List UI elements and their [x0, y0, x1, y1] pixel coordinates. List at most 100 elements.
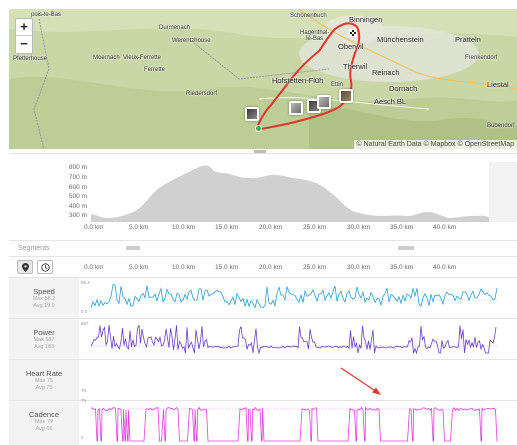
elevation-x-tick: 30.0 km [347, 224, 371, 231]
cadence-stream-chart[interactable] [79, 401, 517, 445]
elevation-y-tick: 700 m [68, 174, 87, 181]
heart-rate-stream-chart[interactable] [79, 360, 517, 400]
stream-x-tick: 40.0 km [433, 264, 457, 271]
route-map[interactable]: + − pois-le-Bas Durmenach Schönenbuch Bi… [9, 9, 517, 149]
stream-row-speed[interactable]: Speed Max 58.2 Avg 19.9 58.2 0.0 [9, 277, 517, 318]
elevation-x-tick: 15.0 km [215, 224, 239, 231]
stream-label-speed: Speed Max 58.2 Avg 19.9 [9, 278, 79, 318]
stream-max: Max 79 [34, 419, 54, 425]
power-line [90, 324, 497, 355]
place-label: Durmenach [159, 25, 191, 31]
elevation-panel: 800 m 700 m 600 m 500 m 400 m 300 m 0.0 … [9, 153, 517, 239]
elevation-x-tick: 35.0 km [390, 224, 414, 231]
stream-max: Max 75 [34, 378, 54, 384]
stream-x-tick: 35.0 km [390, 264, 414, 271]
place-label: Hagenthal- le-Bas [300, 30, 330, 42]
place-label: Moernach [93, 55, 120, 61]
stream-avg: Avg 19.9 [33, 303, 55, 309]
place-label: Ferrette [144, 67, 166, 73]
stream-x-tick: 20.0 km [259, 264, 283, 271]
place-label: Dornach [389, 84, 418, 93]
elevation-x-tick: 0.0 km [84, 224, 104, 231]
stream-label-heart-rate: Heart Rate Max 75 Avg 75 [9, 360, 79, 400]
stream-row-power[interactable]: Power Max 587 Avg 183 587 [9, 318, 517, 359]
elevation-x-tick: 40.0 km [433, 224, 457, 231]
place-label: Pratteln [455, 35, 481, 44]
elevation-x-tick: 20.0 km [259, 224, 283, 231]
place-label: Bubendorf [487, 123, 515, 129]
start-marker-icon[interactable] [255, 125, 262, 132]
zoom-controls: + − [15, 18, 33, 54]
stream-x-tick: 5.0 km [129, 264, 149, 271]
elevation-y-tick: 500 m [68, 193, 87, 200]
stream-controls: 0.0 km 5.0 km 10.0 km 15.0 km 20.0 km 25… [9, 259, 517, 275]
elevation-x-tick: 25.0 km [303, 224, 327, 231]
annotation-arrowhead [372, 387, 381, 395]
stream-avg: Avg 75 [35, 385, 53, 391]
segment-bar[interactable] [398, 246, 414, 250]
stream-avg: Avg 66 [35, 426, 53, 432]
stream-x-tick: 0.0 km [84, 264, 104, 271]
stream-x-tick: 30.0 km [347, 264, 371, 271]
elevation-y-tick: 400 m [68, 203, 87, 210]
stream-name: Speed [33, 287, 55, 296]
place-label: Aesch BL [374, 97, 407, 106]
stream-row-heart-rate[interactable]: Heart Rate Max 75 Avg 75 75 [9, 359, 517, 400]
place-label: Oberwil [338, 42, 364, 51]
cadence-line [90, 406, 498, 442]
location-pin-icon [21, 262, 29, 272]
map-terrain [9, 9, 517, 149]
stream-x-tick: 10.0 km [172, 264, 196, 271]
place-label: Ettin [331, 82, 344, 88]
finish-flag-icon[interactable] [349, 29, 357, 37]
place-label: Münchenstein [377, 35, 424, 44]
zoom-out-button[interactable]: − [16, 36, 32, 53]
place-label: Schönenbuch [290, 13, 327, 19]
place-label: Reinach [372, 68, 400, 77]
photo-thumbnail[interactable] [289, 101, 303, 115]
stream-avg: Avg 183 [33, 344, 55, 350]
photo-thumbnail[interactable] [339, 89, 353, 103]
stream-name: Heart Rate [25, 369, 63, 378]
power-stream-chart[interactable] [79, 319, 517, 359]
place-label: Werentzhouse [172, 38, 211, 44]
place-label: Liestal [487, 80, 509, 89]
place-label: Hofstetten-Flüh [272, 76, 324, 85]
segments-title: Segments [18, 245, 50, 252]
annotation-arrow [340, 367, 378, 393]
activity-analysis-view: + − pois-le-Bas Durmenach Schönenbuch Bi… [0, 0, 517, 445]
elevation-y-tick: 600 m [68, 184, 87, 191]
elevation-y-tick: 800 m [68, 164, 87, 171]
speed-stream-chart[interactable] [79, 278, 517, 318]
segment-bar[interactable] [126, 246, 140, 250]
stream-row-cadence[interactable]: Cadence Max 79 Avg 66 79 0 [9, 398, 517, 445]
zoom-in-button[interactable]: + [16, 19, 32, 36]
place-label: Riedersdorf [186, 91, 218, 97]
stream-label-cadence: Cadence Max 79 Avg 66 [9, 401, 79, 445]
location-pin-button[interactable] [17, 260, 33, 274]
place-label: Therwil [343, 62, 368, 71]
elevation-y-tick: 300 m [68, 212, 87, 219]
clock-icon [40, 262, 50, 272]
segments-row: Segments [9, 240, 517, 257]
elevation-x-tick: 10.0 km [172, 224, 196, 231]
map-attribution[interactable]: © Natural Earth Data © Mapbox © OpenStre… [353, 140, 517, 149]
place-label: Binningen [349, 15, 383, 24]
place-label: Frenkendorf [465, 55, 498, 61]
elevation-side-panel [489, 162, 517, 222]
stream-x-tick: 15.0 km [215, 264, 239, 271]
place-label: Pfetterhouse [13, 56, 48, 62]
place-label: Vieux-Ferrette [123, 55, 161, 61]
elevation-x-tick: 5.0 km [129, 224, 149, 231]
stream-name: Cadence [28, 410, 60, 419]
photo-thumbnail[interactable] [317, 95, 331, 109]
photo-thumbnail[interactable] [245, 107, 259, 121]
stream-label-power: Power Max 587 Avg 183 [9, 319, 79, 359]
speed-line [90, 284, 498, 309]
elevation-chart[interactable] [91, 160, 489, 222]
place-label: pois-le-Bas [31, 12, 62, 18]
stream-x-tick: 25.0 km [303, 264, 327, 271]
stream-max: Max 58.2 [32, 296, 56, 302]
time-toggle-button[interactable] [37, 260, 53, 274]
stream-name: Power [33, 328, 55, 337]
